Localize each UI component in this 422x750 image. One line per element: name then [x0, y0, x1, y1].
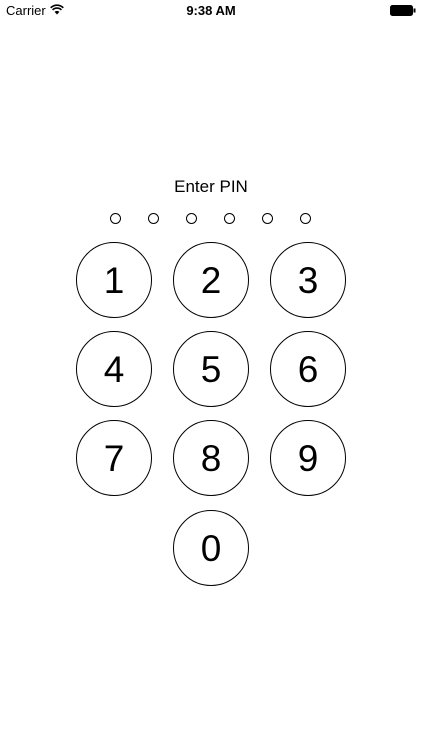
keypad-key-4[interactable]: 4 — [76, 331, 152, 407]
keypad-key-0[interactable]: 0 — [173, 510, 249, 586]
status-time: 9:38 AM — [186, 3, 236, 18]
pin-dot — [262, 213, 273, 224]
pin-dot — [148, 213, 159, 224]
keypad-key-7[interactable]: 7 — [76, 420, 152, 496]
pin-dot — [300, 213, 311, 224]
pin-dot — [224, 213, 235, 224]
keypad-key-2[interactable]: 2 — [173, 242, 249, 318]
status-bar: Carrier 9:38 AM — [0, 0, 422, 22]
pin-dot — [110, 213, 121, 224]
keypad-key-5[interactable]: 5 — [173, 331, 249, 407]
keypad-key-8[interactable]: 8 — [173, 420, 249, 496]
pin-dot — [186, 213, 197, 224]
battery-icon — [390, 5, 416, 16]
keypad-key-3[interactable]: 3 — [270, 242, 346, 318]
keypad-key-6[interactable]: 6 — [270, 331, 346, 407]
keypad-key-9[interactable]: 9 — [270, 420, 346, 496]
pin-indicator — [108, 213, 320, 227]
keypad-key-1[interactable]: 1 — [76, 242, 152, 318]
pin-title: Enter PIN — [174, 177, 248, 196]
